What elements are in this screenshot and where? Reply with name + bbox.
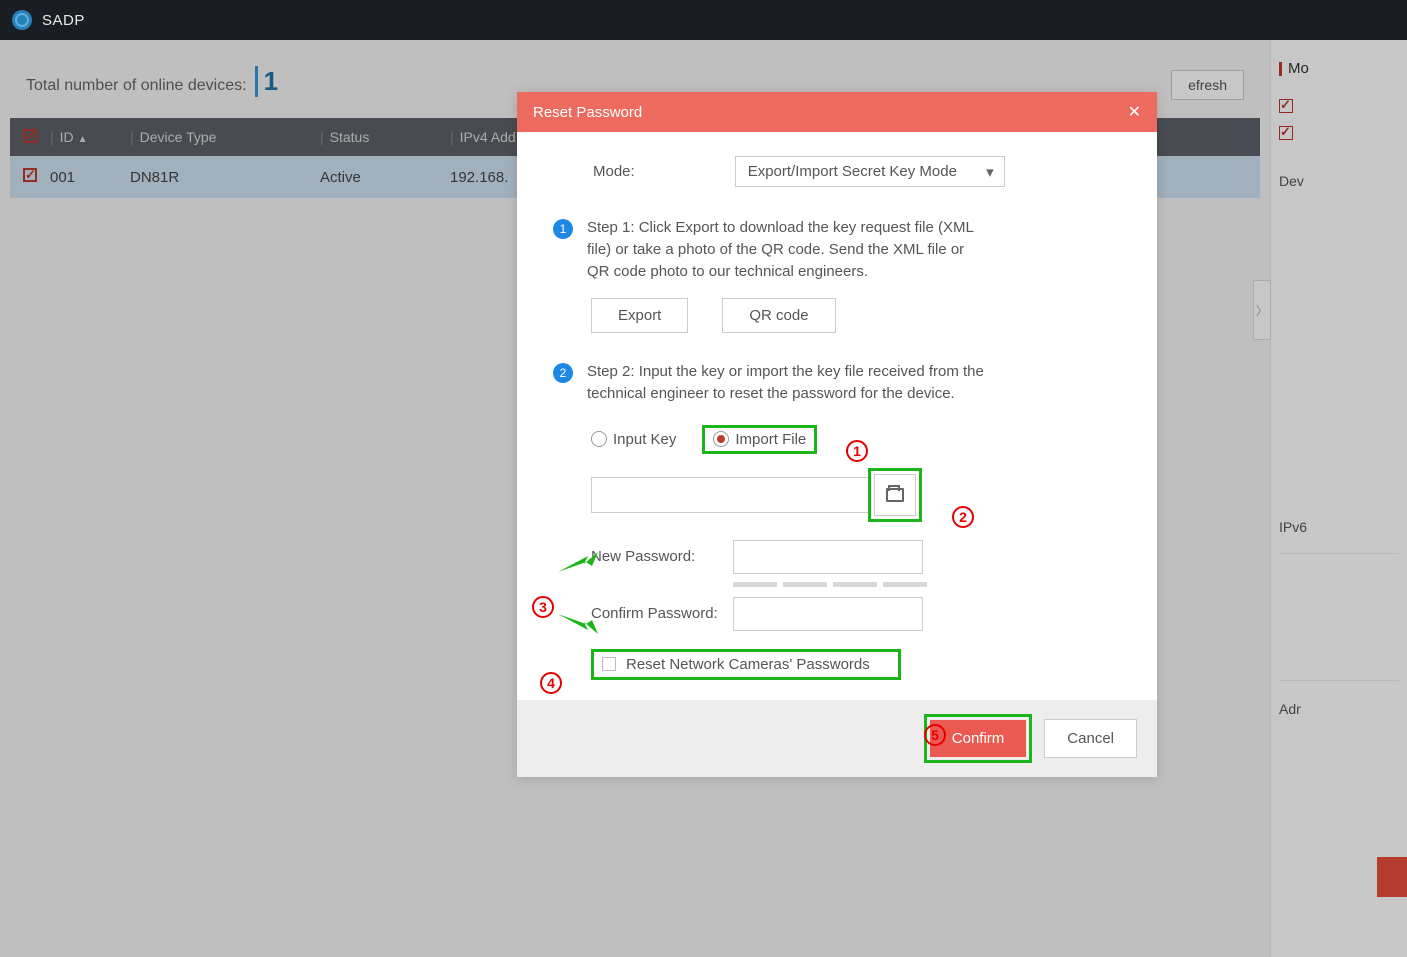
arrow-icon	[558, 552, 598, 576]
step-1-badge: 1	[553, 219, 573, 239]
side-label-dev: Dev	[1279, 173, 1399, 189]
col-id-header[interactable]: ID	[60, 129, 74, 145]
annotation-4: 4	[540, 672, 562, 694]
key-file-path-input[interactable]	[591, 477, 871, 513]
sort-caret-icon[interactable]: ▲	[78, 134, 88, 145]
confirm-password-input[interactable]	[733, 597, 923, 631]
app-title: SADP	[42, 12, 85, 29]
reset-cameras-checkbox[interactable]	[602, 657, 616, 671]
annotation-2: 2	[952, 506, 974, 528]
reset-cameras-label: Reset Network Cameras' Passwords	[626, 656, 870, 673]
app-logo-icon	[12, 10, 32, 30]
device-count-value: 1	[255, 66, 278, 97]
cell-type: DN81R	[130, 169, 320, 186]
app-header: SADP	[0, 0, 1407, 40]
annotation-3: 3	[532, 596, 554, 618]
password-strength-meter	[733, 582, 1121, 587]
step-2-text: Step 2: Input the key or import the key …	[587, 361, 987, 405]
col-status-header[interactable]: Status	[330, 129, 370, 145]
mode-select[interactable]: Export/Import Secret Key Mode	[735, 156, 1005, 187]
arrow-icon	[558, 610, 598, 634]
device-count-label: Total number of online devices:	[26, 77, 247, 95]
folder-icon	[886, 488, 904, 502]
refresh-button[interactable]: efresh	[1171, 70, 1244, 100]
step-1-text: Step 1: Click Export to download the key…	[587, 217, 987, 282]
cell-status: Active	[320, 169, 450, 186]
side-label-adm: Adr	[1279, 701, 1399, 717]
select-all-checkbox[interactable]	[23, 129, 37, 143]
export-button[interactable]: Export	[591, 298, 688, 333]
side-red-button[interactable]	[1377, 857, 1407, 897]
collapse-panel-button[interactable]: 〉	[1253, 280, 1271, 340]
row-checkbox[interactable]	[23, 168, 37, 182]
side-panel: Mo Dev 〉 IPv6 Adr	[1270, 40, 1407, 957]
browse-file-button[interactable]	[874, 474, 916, 516]
input-key-radio[interactable]: Input Key	[591, 431, 676, 448]
new-password-input[interactable]	[733, 540, 923, 574]
cancel-button[interactable]: Cancel	[1044, 719, 1137, 758]
new-password-label: New Password:	[591, 548, 721, 565]
qrcode-button[interactable]: QR code	[722, 298, 835, 333]
side-panel-title: Mo	[1279, 60, 1399, 77]
col-type-header[interactable]: Device Type	[140, 129, 217, 145]
side-check-2[interactable]	[1279, 126, 1293, 140]
mode-label: Mode:	[593, 163, 635, 180]
annotation-1: 1	[846, 440, 868, 462]
reset-password-modal: Reset Password ✕ Mode: Export/Import Sec…	[517, 92, 1157, 777]
modal-title: Reset Password	[533, 104, 642, 121]
side-check-1[interactable]	[1279, 99, 1293, 113]
confirm-password-label: Confirm Password:	[591, 605, 721, 622]
close-icon[interactable]: ✕	[1128, 102, 1141, 122]
side-label-ipv6: IPv6	[1279, 519, 1399, 535]
cell-id: 001	[50, 169, 130, 186]
step-2-badge: 2	[553, 363, 573, 383]
col-ip-header[interactable]: IPv4 Add	[460, 129, 516, 145]
annotation-5: 5	[924, 724, 946, 746]
import-file-radio[interactable]: Import File	[702, 425, 817, 454]
modal-header: Reset Password ✕	[517, 92, 1157, 132]
